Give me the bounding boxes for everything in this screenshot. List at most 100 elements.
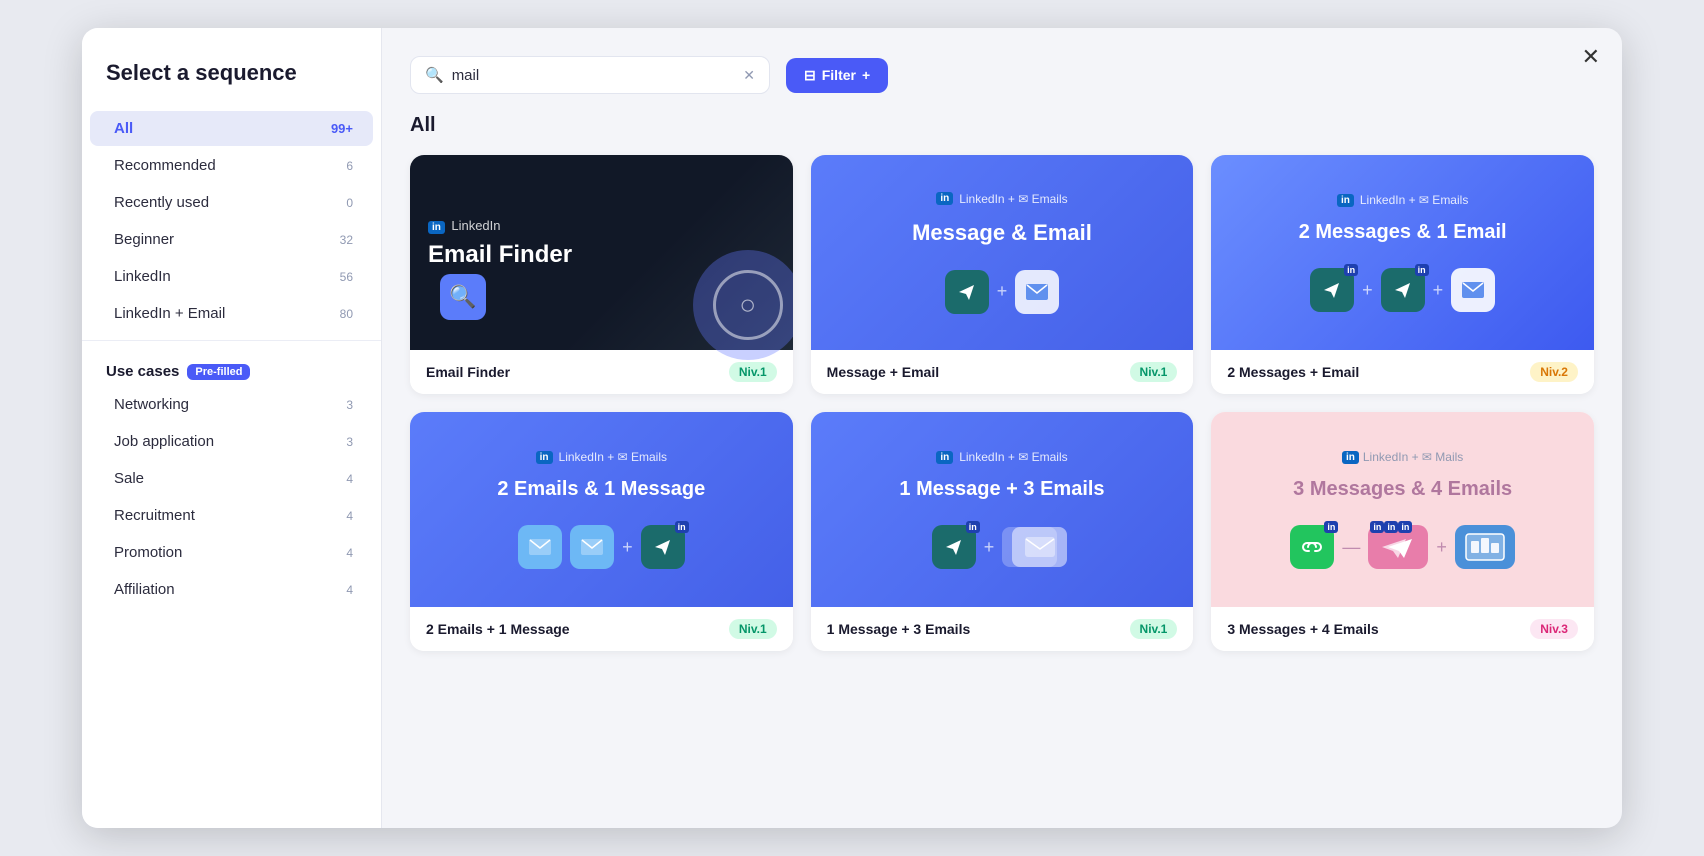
card-tag-email-finder: LinkedIn bbox=[451, 218, 500, 233]
send-linkedin-icon-2b: in bbox=[1381, 268, 1425, 312]
sidebar-item-label-affiliation: Affiliation bbox=[114, 581, 175, 598]
sidebar-item-all[interactable]: All 99+ bbox=[90, 111, 373, 146]
filter-icon: ⊟ bbox=[804, 67, 816, 84]
card-footer-2messages-1email: 2 Messages + Email Niv.2 bbox=[1211, 350, 1594, 394]
linkedin-badge-6: in bbox=[1342, 451, 1359, 464]
cards-grid: in LinkedIn Email Finder 🔍 ○ Email Finde… bbox=[410, 155, 1594, 651]
sidebar-item-networking[interactable]: Networking 3 bbox=[90, 387, 373, 422]
card-tag-3messages-4emails: LinkedIn + ✉ Mails bbox=[1363, 450, 1463, 464]
linkedin-badge-3: in bbox=[1337, 194, 1354, 207]
filter-button[interactable]: ⊟ Filter + bbox=[786, 58, 888, 93]
card-title-3messages-4emails: 3 Messages & 4 Emails bbox=[1293, 478, 1512, 501]
sidebar-item-label-recruitment: Recruitment bbox=[114, 507, 195, 524]
card-3messages-4emails[interactable]: in LinkedIn + ✉ Mails 3 Messages & 4 Ema… bbox=[1211, 412, 1594, 651]
card-title-email-finder: Email Finder bbox=[428, 241, 572, 269]
sidebar-badge-affiliation: 4 bbox=[346, 583, 353, 597]
close-button[interactable]: ✕ bbox=[1582, 46, 1600, 68]
send-linkedin-icon-5: in bbox=[932, 525, 976, 569]
card-message-email[interactable]: in LinkedIn + ✉ Emails Message & Email + bbox=[811, 155, 1194, 394]
sidebar-item-label-job-application: Job application bbox=[114, 433, 214, 450]
sidebar-item-sale[interactable]: Sale 4 bbox=[90, 461, 373, 496]
sidebar-badge-linkedin-email: 80 bbox=[340, 307, 353, 321]
sidebar-item-promotion[interactable]: Promotion 4 bbox=[90, 535, 373, 570]
sidebar-badge-recruitment: 4 bbox=[346, 509, 353, 523]
card-footer-1message-3emails: 1 Message + 3 Emails Niv.1 bbox=[811, 607, 1194, 651]
niv-badge-3messages-4emails: Niv.3 bbox=[1530, 619, 1578, 639]
sidebar-badge-promotion: 4 bbox=[346, 546, 353, 560]
plus-icon-6: + bbox=[1436, 537, 1447, 558]
multi-send-icon: in in in bbox=[1368, 525, 1428, 569]
sidebar-badge-beginner: 32 bbox=[340, 233, 353, 247]
card-icons-3messages-4emails: in — in in in + bbox=[1290, 525, 1515, 569]
select-sequence-modal: ✕ Select a sequence All 99+ Recommended … bbox=[82, 28, 1622, 828]
filter-label: Filter bbox=[822, 67, 856, 83]
sidebar-item-affiliation[interactable]: Affiliation 4 bbox=[90, 572, 373, 607]
search-clear-button[interactable]: ✕ bbox=[743, 67, 755, 84]
card-icons-1message-3emails: in + bbox=[932, 525, 1073, 569]
card-title-2messages-1email: 2 Messages & 1 Email bbox=[1299, 221, 1507, 244]
niv-badge-1message-3emails: Niv.1 bbox=[1130, 619, 1178, 639]
sidebar-item-linkedin-email[interactable]: LinkedIn + Email 80 bbox=[90, 296, 373, 331]
send-linkedin-icon-2a: in bbox=[1310, 268, 1354, 312]
card-tag-1message-3emails: LinkedIn + ✉ Emails bbox=[959, 450, 1067, 464]
niv-badge-2emails-1message: Niv.1 bbox=[729, 619, 777, 639]
filter-plus-icon: + bbox=[862, 67, 870, 83]
card-tag-message-email: LinkedIn + ✉ Emails bbox=[959, 192, 1067, 206]
linkedin-badge-2: in bbox=[936, 192, 953, 205]
multi-bar-icon bbox=[1455, 525, 1515, 569]
card-title-1message-3emails: 1 Message + 3 Emails bbox=[899, 478, 1104, 501]
card-visual-3messages-4emails: in LinkedIn + ✉ Mails 3 Messages & 4 Ema… bbox=[1211, 412, 1594, 607]
sidebar-item-label-networking: Networking bbox=[114, 396, 189, 413]
card-footer-title-message-email: Message + Email bbox=[827, 364, 939, 380]
magnifier-icon: ○ bbox=[739, 289, 756, 321]
sidebar-badge-sale: 4 bbox=[346, 472, 353, 486]
card-visual-2messages-1email: in LinkedIn + ✉ Emails 2 Messages & 1 Em… bbox=[1211, 155, 1594, 350]
card-2emails-1message[interactable]: in LinkedIn + ✉ Emails 2 Emails & 1 Mess… bbox=[410, 412, 793, 651]
card-visual-message-email: in LinkedIn + ✉ Emails Message & Email + bbox=[811, 155, 1194, 350]
envelope-icon-2 bbox=[1451, 268, 1495, 312]
card-footer-message-email: Message + Email Niv.1 bbox=[811, 350, 1194, 394]
plus-icon-4: + bbox=[622, 537, 633, 558]
card-footer-title-email-finder: Email Finder bbox=[426, 364, 510, 380]
plus-icon-2b: + bbox=[1433, 280, 1444, 301]
niv-badge-message-email: Niv.1 bbox=[1130, 362, 1178, 382]
sidebar-item-label-recently-used: Recently used bbox=[114, 194, 209, 211]
search-bar-container: 🔍 ✕ bbox=[410, 56, 770, 94]
niv-badge-email-finder: Niv.1 bbox=[729, 362, 777, 382]
link-check-icon: in bbox=[1290, 525, 1334, 569]
envelope-icon-4a bbox=[518, 525, 562, 569]
card-visual-email-finder: in LinkedIn Email Finder 🔍 ○ bbox=[410, 155, 793, 350]
card-1message-3emails[interactable]: in LinkedIn + ✉ Emails 1 Message + 3 Ema… bbox=[811, 412, 1194, 651]
send-linkedin-icon-4: in bbox=[641, 525, 685, 569]
card-email-finder[interactable]: in LinkedIn Email Finder 🔍 ○ Email Finde… bbox=[410, 155, 793, 394]
send-linkedin-icon-1 bbox=[945, 270, 989, 314]
search-filter-bar: 🔍 ✕ ⊟ Filter + bbox=[410, 56, 1594, 94]
card-footer-3messages-4emails: 3 Messages + 4 Emails Niv.3 bbox=[1211, 607, 1594, 651]
card-footer-2emails-1message: 2 Emails + 1 Message Niv.1 bbox=[410, 607, 793, 651]
sidebar-item-recommended[interactable]: Recommended 6 bbox=[90, 148, 373, 183]
sidebar-item-label-beginner: Beginner bbox=[114, 231, 174, 248]
sidebar-item-linkedin[interactable]: LinkedIn 56 bbox=[90, 259, 373, 294]
plus-icon-2a: + bbox=[1362, 280, 1373, 301]
envelope-icon-4b bbox=[570, 525, 614, 569]
card-2messages-1email[interactable]: in LinkedIn + ✉ Emails 2 Messages & 1 Em… bbox=[1211, 155, 1594, 394]
envelope-icon-1 bbox=[1015, 270, 1059, 314]
sidebar-item-recruitment[interactable]: Recruitment 4 bbox=[90, 498, 373, 533]
sidebar-badge-linkedin: 56 bbox=[340, 270, 353, 284]
sidebar-item-label-linkedin: LinkedIn bbox=[114, 268, 171, 285]
plus-icon-1: + bbox=[997, 281, 1008, 302]
card-tag-2messages-1email: LinkedIn + ✉ Emails bbox=[1360, 193, 1468, 207]
linkedin-badge: in bbox=[428, 221, 445, 234]
card-footer-title-3messages-4emails: 3 Messages + 4 Emails bbox=[1227, 621, 1378, 637]
sidebar-item-recently-used[interactable]: Recently used 0 bbox=[90, 185, 373, 220]
sidebar-item-beginner[interactable]: Beginner 32 bbox=[90, 222, 373, 257]
sidebar-item-job-application[interactable]: Job application 3 bbox=[90, 424, 373, 459]
sidebar-badge-job-application: 3 bbox=[346, 435, 353, 449]
sidebar-title: Select a sequence bbox=[82, 60, 381, 110]
card-icons-2emails-1message: + in bbox=[518, 525, 685, 569]
pre-filled-badge: Pre-filled bbox=[187, 364, 250, 380]
sidebar-item-label-all: All bbox=[114, 120, 133, 137]
card-title-2emails-1message: 2 Emails & 1 Message bbox=[497, 478, 705, 501]
search-input[interactable] bbox=[452, 67, 736, 84]
dash-icon: — bbox=[1342, 537, 1360, 558]
